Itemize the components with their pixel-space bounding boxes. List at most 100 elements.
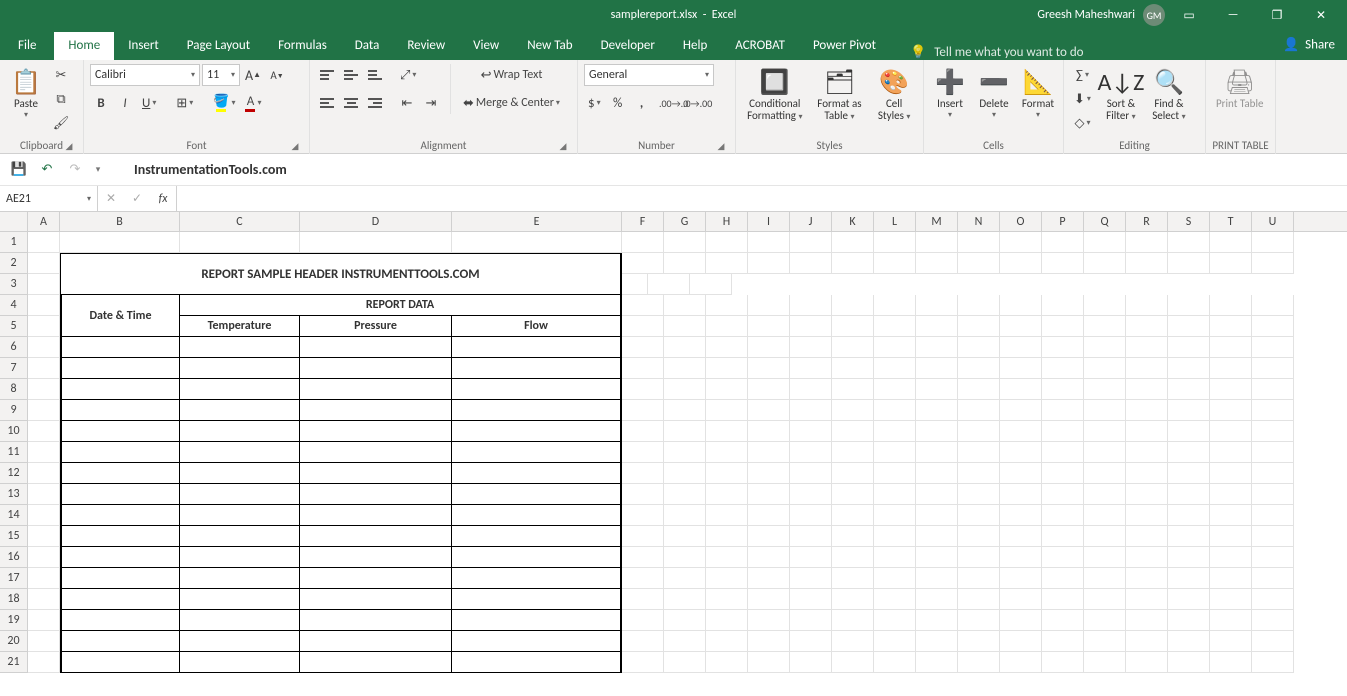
cell-C6[interactable] (180, 337, 300, 358)
cell-A21[interactable] (28, 652, 60, 673)
cell-M20[interactable] (916, 631, 958, 652)
redo-button[interactable]: ↷ (64, 159, 86, 181)
cell-L9[interactable] (874, 400, 916, 421)
cell-G5[interactable] (664, 316, 706, 337)
cell-U16[interactable] (1252, 547, 1294, 568)
row-header-2[interactable]: 2 (0, 253, 27, 274)
cell-L7[interactable] (874, 358, 916, 379)
cut-button[interactable]: ✂ (50, 64, 72, 86)
cell-O7[interactable] (1000, 358, 1042, 379)
cell-P4[interactable] (1042, 295, 1084, 316)
cell-A16[interactable] (28, 547, 60, 568)
cell-M4[interactable] (916, 295, 958, 316)
cell-Q14[interactable] (1084, 505, 1126, 526)
merge-center-button[interactable]: ⬌ Merge & Center ▾ (459, 92, 564, 114)
cell-Q11[interactable] (1084, 442, 1126, 463)
cell-A15[interactable] (28, 526, 60, 547)
cell-H6[interactable] (706, 337, 748, 358)
cell-R21[interactable] (1126, 652, 1168, 673)
cell-B2[interactable]: REPORT SAMPLE HEADER INSTRUMENTTOOLS.COM (60, 253, 622, 295)
cell-G11[interactable] (664, 442, 706, 463)
column-header-J[interactable]: J (790, 212, 832, 231)
cell-U2[interactable] (1252, 253, 1294, 274)
cell-T12[interactable] (1210, 463, 1252, 484)
font-size-combo[interactable]: 11▾ (202, 64, 240, 86)
row-header-8[interactable]: 8 (0, 379, 27, 400)
bold-button[interactable]: B (90, 92, 112, 114)
cell-O12[interactable] (1000, 463, 1042, 484)
cell-K10[interactable] (832, 421, 874, 442)
cell-G18[interactable] (664, 589, 706, 610)
cell-R17[interactable] (1126, 568, 1168, 589)
column-header-S[interactable]: S (1168, 212, 1210, 231)
cell-K7[interactable] (832, 358, 874, 379)
cell-A11[interactable] (28, 442, 60, 463)
cell-K11[interactable] (832, 442, 874, 463)
cell-D19[interactable] (300, 610, 452, 631)
cell-H9[interactable] (706, 400, 748, 421)
cell-L4[interactable] (874, 295, 916, 316)
cells-area[interactable]: REPORT SAMPLE HEADER INSTRUMENTTOOLS.COM… (28, 232, 1347, 696)
spreadsheet-grid[interactable]: ABCDEFGHIJKLMNOPQRSTU 123456789101112131… (0, 212, 1347, 696)
cell-H1[interactable] (706, 232, 748, 253)
cell-R8[interactable] (1126, 379, 1168, 400)
cell-F6[interactable] (622, 337, 664, 358)
format-painter-button[interactable]: 🖌 (50, 112, 72, 134)
cell-S14[interactable] (1168, 505, 1210, 526)
cell-L20[interactable] (874, 631, 916, 652)
cell-I11[interactable] (748, 442, 790, 463)
cell-U7[interactable] (1252, 358, 1294, 379)
cell-F13[interactable] (622, 484, 664, 505)
cell-H19[interactable] (706, 610, 748, 631)
cell-I6[interactable] (748, 337, 790, 358)
cell-H5[interactable] (706, 316, 748, 337)
cell-F4[interactable] (622, 295, 664, 316)
cell-Q7[interactable] (1084, 358, 1126, 379)
cell-L1[interactable] (874, 232, 916, 253)
cell-D9[interactable] (300, 400, 452, 421)
cell-T4[interactable] (1210, 295, 1252, 316)
cell-J20[interactable] (790, 631, 832, 652)
cell-Q6[interactable] (1084, 337, 1126, 358)
cell-M8[interactable] (916, 379, 958, 400)
cell-K2[interactable] (832, 253, 874, 274)
cell-H15[interactable] (706, 526, 748, 547)
cell-Q1[interactable] (1084, 232, 1126, 253)
cell-I16[interactable] (748, 547, 790, 568)
cell-B21[interactable] (60, 652, 180, 673)
cell-A14[interactable] (28, 505, 60, 526)
cell-R18[interactable] (1126, 589, 1168, 610)
orientation-button[interactable]: ⤢▾ (396, 64, 420, 86)
cell-S2[interactable] (1168, 253, 1210, 274)
cell-B17[interactable] (60, 568, 180, 589)
number-format-combo[interactable]: General▾ (584, 64, 714, 86)
cell-P21[interactable] (1042, 652, 1084, 673)
cell-E17[interactable] (452, 568, 622, 589)
cell-C7[interactable] (180, 358, 300, 379)
cell-B14[interactable] (60, 505, 180, 526)
cell-T11[interactable] (1210, 442, 1252, 463)
cell-J9[interactable] (790, 400, 832, 421)
cell-E13[interactable] (452, 484, 622, 505)
font-color-button[interactable]: A▾ (241, 92, 265, 114)
cell-M9[interactable] (916, 400, 958, 421)
cell-P19[interactable] (1042, 610, 1084, 631)
tab-page-layout[interactable]: Page Layout (173, 32, 264, 60)
cell-T16[interactable] (1210, 547, 1252, 568)
cell-I15[interactable] (748, 526, 790, 547)
cell-L21[interactable] (874, 652, 916, 673)
cell-N13[interactable] (958, 484, 1000, 505)
tab-file[interactable]: File (0, 32, 54, 60)
cell-T17[interactable] (1210, 568, 1252, 589)
cell-O11[interactable] (1000, 442, 1042, 463)
cell-T6[interactable] (1210, 337, 1252, 358)
decrease-font-button[interactable]: A▼ (266, 64, 288, 86)
cell-T5[interactable] (1210, 316, 1252, 337)
ribbon-display-options-icon[interactable]: ▭ (1169, 0, 1209, 30)
cell-H11[interactable] (706, 442, 748, 463)
tab-new-tab[interactable]: New Tab (513, 32, 586, 60)
cell-B1[interactable] (60, 232, 180, 253)
cell-E10[interactable] (452, 421, 622, 442)
fill-color-button[interactable]: 🪣▾ (209, 92, 239, 114)
row-header-4[interactable]: 4 (0, 295, 27, 316)
